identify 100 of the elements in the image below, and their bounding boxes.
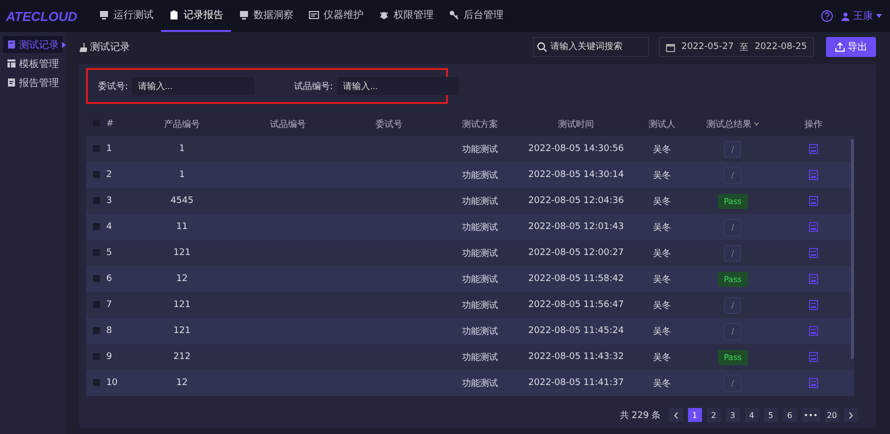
row-checkbox[interactable] — [92, 249, 100, 256]
table-cell: 1 — [179, 170, 185, 180]
page-button[interactable]: ••• — [802, 408, 820, 422]
nav-tab[interactable]: 运行测试 — [91, 0, 162, 32]
page-button[interactable]: 2 — [706, 408, 721, 422]
column-header: # — [106, 119, 114, 129]
row-checkbox[interactable] — [92, 327, 100, 334]
nav-tab[interactable]: 记录报告 — [161, 0, 232, 32]
filter-input[interactable]: 请输入... — [132, 77, 254, 95]
page-button[interactable]: 6 — [782, 408, 797, 422]
table-cell: 吴冬 — [652, 352, 671, 362]
table-cell: 功能测试 — [462, 326, 498, 336]
table-cell: 吴冬 — [652, 300, 671, 310]
start-date: 2022-05-27 — [681, 42, 734, 52]
document-icon — [7, 78, 16, 87]
upload-icon — [834, 42, 844, 52]
column-header: 测试总结果 — [706, 120, 752, 130]
report-icon[interactable] — [809, 144, 818, 154]
table-cell: 5 — [106, 248, 112, 258]
page-button[interactable]: 20 — [824, 408, 839, 422]
table-cell: 吴冬 — [652, 222, 671, 232]
report-icon[interactable] — [809, 274, 818, 284]
nav-tab[interactable]: 数据洞察 — [231, 0, 302, 32]
filter-label: 委试号: — [98, 80, 128, 92]
report-icon[interactable] — [809, 170, 818, 180]
app-logo: ATECLOUD — [6, 8, 78, 24]
table-cell: 121 — [173, 326, 191, 336]
monitor-icon — [99, 10, 110, 20]
date-range-field[interactable]: 2022-05-27 至 2022-08-25 — [659, 37, 814, 57]
table-cell: 功能测试 — [462, 222, 498, 232]
table-cell: 吴冬 — [652, 196, 671, 206]
page-button[interactable]: 3 — [726, 408, 740, 422]
sidebar-item[interactable]: 报告管理 — [3, 74, 63, 91]
result-tag: / — [724, 322, 742, 340]
row-checkbox[interactable] — [92, 353, 100, 360]
table-cell: 212 — [173, 352, 191, 362]
column-header: 测试人 — [648, 120, 676, 130]
table-cell: 功能测试 — [462, 274, 498, 284]
table-cell: 吴冬 — [652, 274, 671, 284]
report-icon[interactable] — [809, 378, 818, 388]
key-icon — [449, 10, 460, 20]
row-checkbox[interactable] — [92, 301, 100, 308]
pass-tag: Pass — [718, 350, 748, 364]
help-icon — [821, 10, 833, 22]
table-cell: 功能测试 — [462, 352, 498, 362]
result-tag: / — [724, 244, 742, 262]
end-date: 2022-08-25 — [754, 42, 807, 52]
export-button[interactable]: 导出 — [826, 37, 876, 57]
table-cell: 2022-08-05 11:58:42 — [528, 274, 624, 284]
table-cell: 1 — [106, 144, 112, 154]
nav-tab[interactable]: 后台管理 — [441, 0, 512, 32]
result-tag: / — [724, 218, 742, 236]
table-cell: 功能测试 — [462, 378, 498, 388]
nav-tab[interactable]: 仪器维护 — [301, 0, 372, 32]
pass-tag: Pass — [718, 194, 748, 208]
table-cell: 功能测试 — [462, 144, 498, 154]
clipboard-icon — [169, 10, 180, 20]
result-tag: / — [724, 140, 742, 158]
sidebar-item[interactable]: 测试记录 — [3, 36, 63, 53]
page-button[interactable]: 5 — [764, 408, 778, 422]
total-count: 共 229 条 — [620, 410, 661, 422]
filter-input[interactable]: 请输入... — [337, 77, 460, 95]
sidebar-item[interactable]: 模板管理 — [3, 55, 63, 72]
column-header: 测试方案 — [462, 120, 498, 130]
table-cell: 2 — [106, 170, 112, 180]
row-checkbox[interactable] — [92, 145, 100, 152]
row-checkbox[interactable] — [92, 197, 100, 204]
breadcrumb: 测试记录 — [79, 40, 130, 54]
document-icon — [7, 40, 16, 49]
table-cell: 2022-08-05 11:56:47 — [528, 300, 624, 310]
previous-page-button[interactable] — [668, 408, 683, 422]
column-header: 产品编号 — [164, 120, 200, 130]
column-header: 试品编号 — [270, 120, 306, 130]
row-checkbox[interactable] — [92, 223, 100, 230]
page-button[interactable]: 1 — [688, 408, 702, 422]
search-field[interactable]: 请输入关键词搜索 — [533, 37, 650, 57]
table-cell: 2022-08-05 11:41:37 — [528, 378, 624, 388]
row-checkbox[interactable] — [92, 275, 100, 282]
table-cell: 吴冬 — [652, 378, 671, 388]
report-icon[interactable] — [809, 326, 818, 336]
table-cell: 12 — [176, 378, 188, 388]
nav-tab[interactable]: 权限管理 — [371, 0, 442, 32]
table-cell: 2022-08-05 11:45:24 — [528, 326, 624, 336]
table-cell: 功能测试 — [462, 300, 498, 310]
report-icon[interactable] — [809, 300, 818, 310]
row-checkbox[interactable] — [92, 171, 100, 178]
date-separator: 至 — [740, 42, 749, 54]
row-checkbox[interactable] — [92, 379, 100, 386]
page-button[interactable]: 4 — [744, 408, 759, 422]
report-icon[interactable] — [809, 352, 818, 362]
table-cell: 8 — [106, 326, 112, 336]
report-icon[interactable] — [809, 248, 818, 258]
next-page-button[interactable] — [844, 408, 858, 422]
report-icon[interactable] — [809, 196, 818, 206]
column-header: 委试号 — [376, 120, 403, 130]
report-icon[interactable] — [809, 222, 818, 232]
user-menu[interactable]: 王康 — [841, 9, 882, 23]
table-cell: 吴冬 — [652, 170, 671, 180]
table-cell: 7 — [106, 300, 112, 310]
table-cell: 吴冬 — [652, 248, 671, 258]
